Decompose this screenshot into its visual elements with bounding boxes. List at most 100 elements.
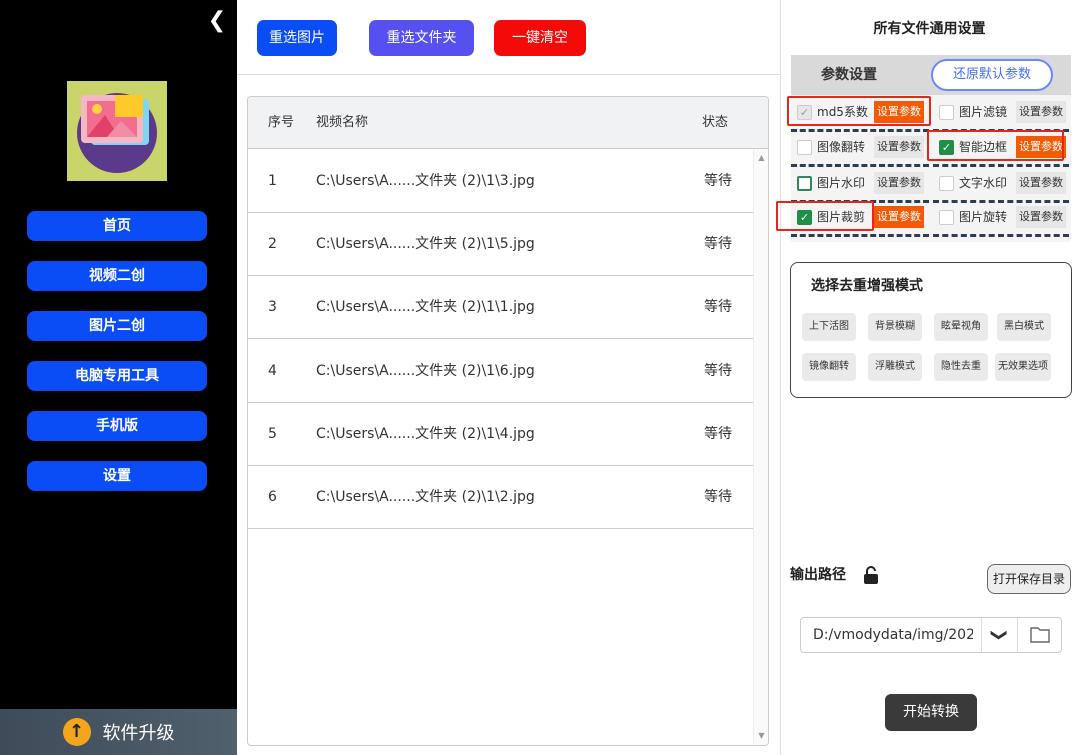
scroll-up-icon[interactable]: ▲ bbox=[754, 151, 768, 165]
row-status: 等待 bbox=[704, 299, 732, 315]
image-flip-checkbox[interactable] bbox=[797, 140, 812, 155]
option-text-watermark: 文字水印 设置参数 bbox=[933, 168, 1071, 203]
option-label: 图片旋转 bbox=[959, 210, 1008, 224]
row-name: C:\Users\A......文件夹 (2)\1\3.jpg bbox=[316, 173, 535, 189]
dashed-divider bbox=[791, 164, 929, 167]
mode-button[interactable]: 隐性去重 bbox=[934, 353, 988, 381]
image-crop-set-param-button[interactable]: 设置参数 bbox=[874, 206, 924, 228]
dashed-divider bbox=[791, 234, 929, 237]
output-path-input[interactable]: D:/vmodydata/img/2024 bbox=[813, 618, 973, 652]
row-index: 5 bbox=[268, 426, 277, 442]
option-label: 图片水印 bbox=[817, 176, 866, 190]
option-image-filter: 图片滤镜 设置参数 bbox=[933, 97, 1071, 132]
option-label: 图片裁剪 bbox=[817, 210, 866, 224]
upgrade-arrow-icon: ↑ bbox=[62, 718, 91, 746]
upgrade-label: 软件升级 bbox=[102, 723, 175, 744]
nav-pc-tools[interactable]: 电脑专用工具 bbox=[27, 361, 207, 391]
row-status: 等待 bbox=[704, 173, 732, 189]
row-status: 等待 bbox=[704, 489, 732, 505]
row-name: C:\Users\A......文件夹 (2)\1\6.jpg bbox=[316, 363, 535, 379]
row-name: C:\Users\A......文件夹 (2)\1\1.jpg bbox=[316, 299, 535, 315]
folder-icon[interactable] bbox=[1017, 618, 1061, 652]
options-area: ✓ md5系数 设置参数 图片滤镜 设置参数 图像翻转 设置参数 ✓ 智能边框 … bbox=[791, 95, 1071, 242]
image-rotate-checkbox[interactable] bbox=[939, 210, 954, 225]
option-image-watermark: 图片水印 设置参数 bbox=[791, 168, 931, 203]
image-flip-set-param-button[interactable]: 设置参数 bbox=[874, 136, 924, 158]
table-row[interactable]: 3 C:\Users\A......文件夹 (2)\1\1.jpg 等待 bbox=[248, 276, 753, 339]
smart-border-set-param-button[interactable]: 设置参数 bbox=[1016, 136, 1066, 158]
table-row[interactable]: 5 C:\Users\A......文件夹 (2)\1\4.jpg 等待 bbox=[248, 403, 753, 466]
settings-title: 所有文件通用设置 bbox=[873, 21, 986, 37]
row-status: 等待 bbox=[704, 363, 732, 379]
table-row[interactable]: 6 C:\Users\A......文件夹 (2)\1\2.jpg 等待 bbox=[248, 466, 753, 529]
file-table: 序号 视频名称 状态 1 C:\Users\A......文件夹 (2)\1\3… bbox=[247, 96, 769, 746]
image-filter-checkbox[interactable] bbox=[939, 105, 954, 120]
chevron-down-icon[interactable]: ❯ bbox=[981, 618, 1017, 652]
smart-border-checkbox[interactable]: ✓ bbox=[939, 140, 954, 155]
nav-image-recreate[interactable]: 图片二创 bbox=[27, 311, 207, 341]
app-logo bbox=[67, 81, 167, 181]
restore-defaults-button[interactable]: 还原默认参数 bbox=[931, 59, 1053, 91]
header-name: 视频名称 bbox=[316, 115, 369, 130]
text-watermark-checkbox[interactable] bbox=[939, 176, 954, 191]
mode-button[interactable]: 背景模糊 bbox=[868, 313, 922, 341]
reselect-folder-button[interactable]: 重选文件夹 bbox=[369, 20, 474, 56]
nav-settings[interactable]: 设置 bbox=[27, 461, 207, 491]
nav-home[interactable]: 首页 bbox=[27, 211, 207, 241]
row-status: 等待 bbox=[704, 426, 732, 442]
mode-button[interactable]: 镜像翻转 bbox=[802, 353, 856, 381]
image-crop-checkbox[interactable]: ✓ bbox=[797, 210, 812, 225]
option-image-rotate: 图片旋转 设置参数 bbox=[933, 202, 1071, 237]
row-index: 6 bbox=[268, 489, 277, 505]
enhance-mode-panel: 选择去重增强模式 上下活图 背景模糊 眩晕视角 黑白模式 镜像翻转 浮雕模式 隐… bbox=[790, 262, 1072, 398]
option-label: 图像翻转 bbox=[817, 140, 866, 154]
output-path-label: 输出路径 bbox=[790, 567, 846, 583]
mode-button[interactable]: 浮雕模式 bbox=[868, 353, 922, 381]
option-image-flip: 图像翻转 设置参数 bbox=[791, 132, 931, 167]
text-watermark-set-param-button[interactable]: 设置参数 bbox=[1016, 172, 1066, 194]
option-smart-border: ✓ 智能边框 设置参数 bbox=[933, 132, 1071, 167]
dashed-divider bbox=[933, 234, 1069, 237]
option-label: 图片滤镜 bbox=[959, 105, 1008, 119]
enhance-mode-title: 选择去重增强模式 bbox=[811, 278, 923, 294]
row-index: 1 bbox=[268, 173, 277, 189]
row-name: C:\Users\A......文件夹 (2)\1\4.jpg bbox=[316, 426, 535, 442]
unlock-icon[interactable] bbox=[863, 566, 879, 584]
table-scrollbar[interactable]: ▲ ▼ bbox=[753, 149, 768, 745]
mode-button[interactable]: 黑白模式 bbox=[997, 313, 1051, 341]
table-header: 序号 视频名称 状态 bbox=[248, 97, 768, 149]
reselect-images-button[interactable]: 重选图片 bbox=[257, 20, 337, 56]
option-label: 文字水印 bbox=[959, 176, 1008, 190]
md5-set-param-button[interactable]: 设置参数 bbox=[874, 101, 924, 123]
image-filter-set-param-button[interactable]: 设置参数 bbox=[1016, 101, 1066, 123]
row-index: 3 bbox=[268, 299, 277, 315]
mode-button[interactable]: 眩晕视角 bbox=[934, 313, 988, 341]
nav-mobile[interactable]: 手机版 bbox=[27, 411, 207, 441]
start-convert-button[interactable]: 开始转换 bbox=[885, 694, 977, 731]
option-label: md5系数 bbox=[817, 105, 868, 119]
panel-divider bbox=[780, 0, 781, 755]
param-header: 参数设置 还原默认参数 bbox=[791, 55, 1071, 95]
nav-video-recreate[interactable]: 视频二创 bbox=[27, 261, 207, 291]
clear-all-button[interactable]: 一键清空 bbox=[494, 20, 586, 56]
mode-button[interactable]: 无效果选项 bbox=[995, 353, 1051, 381]
image-rotate-set-param-button[interactable]: 设置参数 bbox=[1016, 206, 1066, 228]
row-status: 等待 bbox=[704, 236, 732, 252]
output-path-field: D:/vmodydata/img/2024 ❯ bbox=[800, 617, 1062, 653]
option-image-crop: ✓ 图片裁剪 设置参数 bbox=[791, 202, 931, 237]
scroll-down-icon[interactable]: ▼ bbox=[754, 729, 768, 743]
header-index: 序号 bbox=[268, 115, 295, 130]
row-index: 2 bbox=[268, 236, 277, 252]
md5-checkbox[interactable]: ✓ bbox=[797, 105, 812, 120]
table-row[interactable]: 4 C:\Users\A......文件夹 (2)\1\6.jpg 等待 bbox=[248, 340, 753, 403]
mode-button[interactable]: 上下活图 bbox=[802, 313, 856, 341]
table-row[interactable]: 2 C:\Users\A......文件夹 (2)\1\5.jpg 等待 bbox=[248, 213, 753, 276]
collapse-sidebar-icon[interactable]: ❮ bbox=[206, 8, 228, 34]
image-watermark-checkbox[interactable] bbox=[797, 176, 812, 191]
upgrade-button[interactable]: ↑ 软件升级 bbox=[0, 709, 237, 755]
table-row[interactable]: 1 C:\Users\A......文件夹 (2)\1\3.jpg 等待 bbox=[248, 150, 753, 213]
image-watermark-set-param-button[interactable]: 设置参数 bbox=[874, 172, 924, 194]
toolbar-divider bbox=[237, 74, 780, 75]
dashed-divider bbox=[933, 164, 1069, 167]
open-save-dir-button[interactable]: 打开保存目录 bbox=[987, 564, 1071, 594]
